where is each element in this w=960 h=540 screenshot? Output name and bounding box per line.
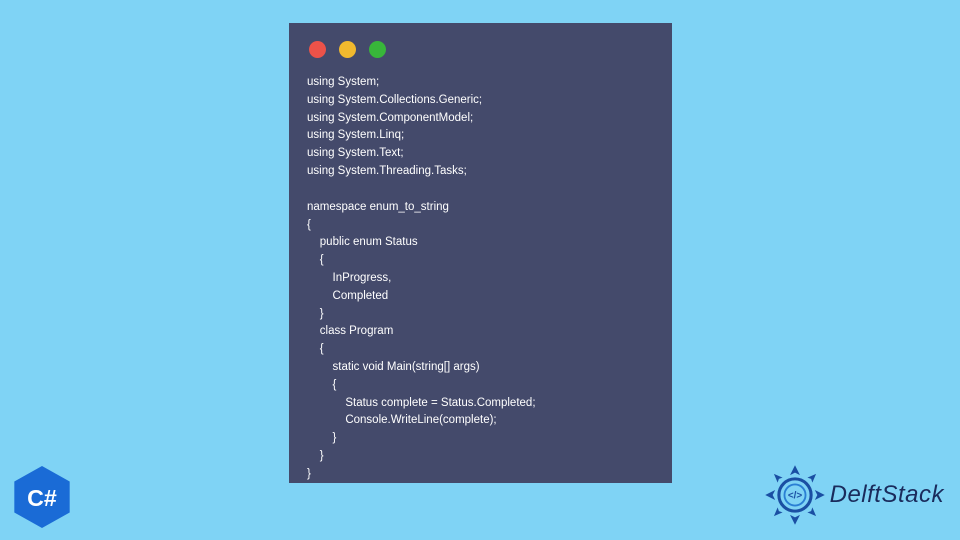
window-controls <box>307 39 654 58</box>
code-window: using System; using System.Collections.G… <box>289 23 672 483</box>
delftstack-emblem-icon: </> <box>764 464 826 526</box>
csharp-badge: C# <box>14 466 70 528</box>
csharp-label: C# <box>27 485 57 511</box>
csharp-hex-icon: C# <box>14 466 70 528</box>
delftstack-label: DelftStack <box>830 481 944 509</box>
svg-text:</>: </> <box>787 491 802 502</box>
maximize-icon <box>369 41 386 58</box>
code-snippet: using System; using System.Collections.G… <box>307 74 654 484</box>
minimize-icon <box>339 41 356 58</box>
close-icon <box>309 41 326 58</box>
delftstack-logo: </> DelftStack <box>764 464 944 526</box>
